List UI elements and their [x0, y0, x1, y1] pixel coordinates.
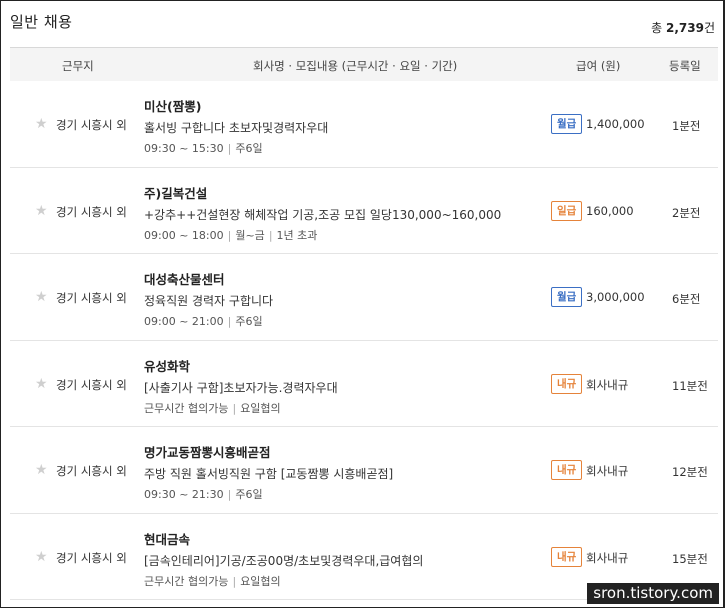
- condition-item: 월~금: [235, 228, 265, 242]
- job-list-panel: 일반 채용 총 2,739건 근무지 회사명 · 모집내용 (근무시간 · 요일…: [0, 0, 725, 608]
- column-company: 회사명 · 모집내용 (근무시간 · 요일 · 기간): [253, 59, 458, 73]
- separator: |: [232, 401, 237, 415]
- table-row[interactable]: ★ 경기 시흥시 외 대성축산물센터정육직원 경력자 구합니다 09:00 ~ 21:…: [10, 254, 718, 341]
- condition-item: 주6일: [235, 142, 263, 155]
- condition-item: 요일협의: [240, 401, 281, 415]
- job-description[interactable]: [금속인테리어]기공/조공00명/초보및경력우대,급여협의: [144, 552, 423, 569]
- condition-item: 근무시간 협의가능: [144, 574, 229, 588]
- separator: |: [227, 488, 232, 501]
- watermark: sron.tistory.com: [587, 583, 719, 604]
- total-number: 2,739: [665, 21, 704, 35]
- separator: |: [268, 228, 273, 242]
- star-icon[interactable]: ★: [35, 463, 49, 477]
- job-conditions: 09:30 ~ 15:30 | 주6일: [144, 140, 263, 156]
- posted-time: 1분전: [672, 119, 701, 133]
- pay-amount: 회사내규: [586, 377, 629, 392]
- condition-item: 요일협의: [240, 574, 281, 588]
- company-name[interactable]: 유성화학: [144, 356, 190, 375]
- star-icon[interactable]: ★: [35, 550, 49, 564]
- job-location: 경기 시흥시 외: [56, 550, 127, 565]
- pay-type-badge: 월급: [551, 114, 583, 134]
- star-icon[interactable]: ★: [35, 290, 49, 304]
- condition-item: 주6일: [235, 488, 263, 501]
- job-location: 경기 시흥시 외: [56, 377, 127, 392]
- pay-amount: 회사내규: [586, 464, 629, 478]
- total-prefix: 총: [651, 21, 666, 35]
- pay-amount: 3,000,000: [586, 290, 645, 304]
- job-location: 경기 시흥시 외: [56, 118, 127, 132]
- job-location: 경기 시흥시 외: [56, 204, 127, 219]
- posted-time: 15분전: [672, 551, 708, 566]
- posted-time: 12분전: [672, 465, 708, 479]
- job-location: 경기 시흥시 외: [56, 464, 127, 478]
- condition-item: 근무시간 협의가능: [144, 401, 229, 415]
- pay-amount: 160,000: [586, 203, 634, 218]
- table-row[interactable]: ★ 경기 시흥시 외 미산(짬뽕) 홀서빙 구합니다 초보자및경력자우대 09:30 ~…: [10, 81, 718, 168]
- condition-item: 09:00 ~ 18:00: [144, 228, 224, 242]
- star-icon[interactable]: ★: [35, 377, 49, 391]
- company-name[interactable]: 현대금속: [144, 529, 190, 548]
- job-conditions: 09:00 ~ 18:00 | 월~금 | 1년 초과: [144, 227, 317, 243]
- job-conditions: 근무시간 협의가능 | 요일협의: [144, 573, 281, 589]
- page-title: 일반 채용: [10, 13, 73, 31]
- pay-type-badge: 월급: [551, 287, 583, 307]
- table-row[interactable]: ★ 경기 시흥시 외 유성화학 [사출기사 구함]초보자가능.경력자우대근무시간 협의…: [10, 341, 718, 427]
- company-name[interactable]: 명가교동짬뽕시흥배곧점: [144, 442, 271, 461]
- star-icon[interactable]: ★: [35, 117, 49, 131]
- separator: |: [232, 574, 237, 588]
- job-description[interactable]: [사출기사 구함]초보자가능.경력자우대: [144, 379, 338, 396]
- job-conditions: 09:30 ~ 21:30 | 주6일: [144, 486, 263, 502]
- job-rows: ★ 경기 시흥시 외 미산(짬뽕) 홀서빙 구합니다 초보자및경력자우대 09:30 ~…: [10, 81, 718, 600]
- pay-type-badge: 일급: [551, 200, 583, 221]
- total-count: 총 2,739건: [651, 19, 715, 36]
- posted-time: 6분전: [672, 292, 701, 306]
- pay-amount: 1,400,000: [586, 117, 645, 131]
- job-conditions: 09:00 ~ 21:00 | 주6일: [144, 313, 263, 329]
- separator: |: [227, 228, 232, 242]
- posted-time: 11분전: [672, 378, 708, 393]
- job-description[interactable]: 주방 직원 홀서빙직원 구함 [교동짬뽕 시흥배곧점]: [144, 465, 393, 482]
- separator: |: [227, 142, 232, 155]
- job-description[interactable]: 홀서빙 구합니다 초보자및경력자우대: [144, 119, 328, 136]
- pay-type-badge: 내규: [551, 373, 583, 394]
- condition-item: 09:30 ~ 21:30: [144, 488, 224, 501]
- column-pay: 급여 (원): [576, 59, 621, 73]
- condition-item: 09:30 ~ 15:30: [144, 142, 224, 155]
- job-description[interactable]: 정육직원 경력자 구합니다: [144, 292, 273, 309]
- company-name[interactable]: 미산(짬뽕): [144, 96, 201, 115]
- job-location: 경기 시흥시 외: [56, 291, 127, 305]
- job-description[interactable]: +강추++건설현장 해체작업 기공,조공 모집 일당130,000~160,00…: [144, 206, 501, 223]
- list-header: 일반 채용 총 2,739건: [1, 1, 723, 47]
- pay-amount: 회사내규: [586, 550, 629, 565]
- separator: |: [227, 315, 232, 328]
- table-row[interactable]: ★ 경기 시흥시 외 주)길복건설 +강추++건설현장 해체작업 기공,조공 모집 일…: [10, 168, 718, 254]
- table-row[interactable]: ★ 경기 시흥시 외 명가교동짬뽕시흥배곧점주방 직원 홀서빙직원 구함 [교동짬뽕…: [10, 427, 718, 514]
- posted-time: 2분전: [672, 205, 701, 220]
- company-name[interactable]: 주)길복건설: [144, 183, 207, 202]
- table-header: 근무지 회사명 · 모집내용 (근무시간 · 요일 · 기간) 급여 (원) 등…: [10, 47, 718, 81]
- total-suffix: 건: [703, 21, 715, 35]
- star-icon[interactable]: ★: [35, 204, 49, 218]
- condition-item: 주6일: [235, 315, 263, 328]
- company-name[interactable]: 대성축산물센터: [144, 269, 225, 288]
- condition-item: 09:00 ~ 21:00: [144, 315, 224, 328]
- job-conditions: 근무시간 협의가능 | 요일협의: [144, 400, 281, 416]
- column-posted: 등록일: [669, 59, 701, 73]
- pay-type-badge: 내규: [551, 460, 583, 480]
- pay-type-badge: 내규: [551, 546, 583, 567]
- column-location: 근무지: [62, 59, 94, 73]
- condition-item: 1년 초과: [276, 228, 318, 242]
